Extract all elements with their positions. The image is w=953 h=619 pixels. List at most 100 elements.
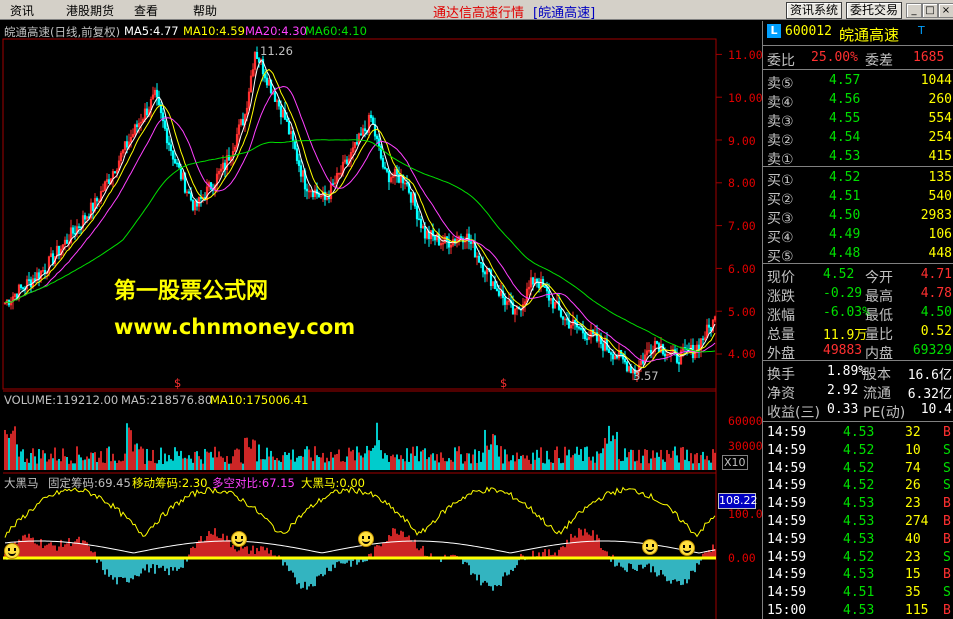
volume-bar bbox=[430, 454, 432, 470]
candle-body bbox=[387, 171, 391, 183]
indicator-bar bbox=[172, 558, 174, 571]
stat-row[interactable]: 涨跌 -0.29 最高 4.78 bbox=[763, 285, 953, 305]
sell-level-row[interactable]: 卖③ 4.55 554 bbox=[763, 110, 953, 130]
indicator-bar bbox=[58, 546, 60, 558]
buy-level-row[interactable]: 买④ 4.49 106 bbox=[763, 226, 953, 246]
stat-row[interactable]: 总量 11.9万 量比 0.52 bbox=[763, 323, 953, 343]
volume-bar bbox=[370, 450, 372, 470]
indicator-bar bbox=[506, 558, 508, 576]
volume-bar bbox=[374, 445, 376, 470]
volume-bar bbox=[80, 457, 82, 470]
tick-row[interactable]: 14:59 4.53 40 B bbox=[763, 531, 953, 549]
indicator-bar bbox=[666, 558, 668, 582]
volume-bar bbox=[356, 446, 358, 470]
sell-level-row[interactable]: 卖① 4.53 415 bbox=[763, 148, 953, 168]
tick-row[interactable]: 14:59 4.53 23 B bbox=[763, 495, 953, 513]
stat-row[interactable]: 涨幅 -6.03% 最低 4.50 bbox=[763, 304, 953, 324]
indicator-bar bbox=[688, 558, 690, 580]
candle-body bbox=[295, 148, 299, 161]
candle-body bbox=[405, 182, 409, 185]
indicator-bar bbox=[148, 558, 150, 573]
volume-bar bbox=[78, 454, 80, 470]
buy-level-row[interactable]: 买③ 4.50 2983 bbox=[763, 207, 953, 227]
buy-level-row[interactable]: 买⑤ 4.48 448 bbox=[763, 245, 953, 265]
stat-row[interactable]: 现价 4.52 今开 4.71 bbox=[763, 266, 953, 286]
tick-row[interactable]: 15:00 4.53 115 B bbox=[763, 602, 953, 619]
minimize-button[interactable]: _ bbox=[906, 3, 922, 18]
volume-bar bbox=[600, 453, 602, 470]
tick-row[interactable]: 14:59 4.52 26 S bbox=[763, 477, 953, 495]
level-volume: 106 bbox=[928, 227, 952, 242]
tick-row[interactable]: 14:59 4.52 10 S bbox=[763, 442, 953, 460]
volume-unit-badge[interactable]: X10 bbox=[722, 455, 748, 470]
price-panel-frame bbox=[2, 38, 717, 390]
volume-bar bbox=[262, 459, 264, 470]
volume-bar bbox=[42, 450, 44, 470]
sell-level-row[interactable]: 卖④ 4.56 260 bbox=[763, 91, 953, 111]
indicator-bar bbox=[202, 541, 204, 558]
indicator-bar bbox=[138, 558, 140, 577]
indicator-bar bbox=[470, 558, 472, 575]
tick-volume: 15 bbox=[905, 567, 921, 583]
tick-row[interactable]: 14:59 4.53 15 B bbox=[763, 566, 953, 584]
indicator-bar bbox=[314, 558, 316, 587]
candle-body bbox=[559, 309, 563, 317]
tick-row[interactable]: 14:59 4.53 274 B bbox=[763, 513, 953, 531]
volume-bar bbox=[396, 454, 398, 470]
volume-bar bbox=[4, 429, 6, 470]
tick-row[interactable]: 14:59 4.51 35 S bbox=[763, 584, 953, 602]
fundamental-row[interactable]: 换手 1.89% 股本 16.6亿 bbox=[763, 363, 953, 383]
buy-level-row[interactable]: 买① 4.52 135 bbox=[763, 169, 953, 189]
tick-row[interactable]: 14:59 4.52 74 S bbox=[763, 460, 953, 478]
close-button[interactable]: × bbox=[938, 3, 953, 18]
candle-body bbox=[359, 133, 363, 136]
volume-bar bbox=[240, 462, 242, 470]
indicator-bar bbox=[624, 558, 626, 571]
trade-button[interactable]: 委托交易 bbox=[846, 2, 903, 19]
chart-area[interactable]: 皖通高速(日线,前复权) MA5:4.77 MA10:4.59 MA20:4.3… bbox=[0, 21, 770, 619]
menu-help[interactable]: 帮助 bbox=[193, 2, 217, 19]
volume-bar bbox=[378, 440, 380, 470]
candle-body bbox=[155, 89, 159, 98]
stat-value: 0.52 bbox=[920, 324, 952, 339]
volume-bar bbox=[400, 455, 402, 470]
indicator-bar bbox=[24, 534, 26, 558]
volume-bar bbox=[260, 459, 262, 470]
buy-level-row[interactable]: 买② 4.51 540 bbox=[763, 188, 953, 208]
stat-row[interactable]: 外盘 49883 内盘 69329 bbox=[763, 342, 953, 362]
tick-row[interactable]: 14:59 4.52 23 S bbox=[763, 549, 953, 567]
level-label: 卖⑤ bbox=[767, 76, 794, 92]
maximize-button[interactable]: □ bbox=[922, 3, 938, 18]
price-axis-label: 5.00 bbox=[728, 305, 756, 319]
sell-level-row[interactable]: 卖⑤ 4.57 1044 bbox=[763, 72, 953, 92]
tick-row[interactable]: 14:59 4.53 32 B bbox=[763, 424, 953, 442]
news-system-button[interactable]: 资讯系统 bbox=[786, 2, 843, 19]
volume-bar bbox=[598, 453, 600, 470]
menu-view[interactable]: 查看 bbox=[134, 2, 158, 19]
indicator-bar bbox=[168, 558, 170, 576]
volume-bar bbox=[14, 426, 16, 470]
menu-news[interactable]: 资讯 bbox=[10, 2, 34, 19]
indicator-bar bbox=[136, 558, 138, 577]
indicator-bar bbox=[126, 558, 128, 582]
indicator-bar bbox=[302, 558, 304, 588]
ma10-label: MA10:4.59 bbox=[183, 24, 245, 38]
indicator-bar bbox=[600, 547, 602, 558]
menu-hk-futures[interactable]: 港股期货 bbox=[66, 2, 114, 19]
candle-body bbox=[257, 58, 261, 63]
volume-bar bbox=[688, 461, 690, 470]
stat-value: 4.50 bbox=[920, 305, 952, 320]
sell-level-row[interactable]: 卖② 4.54 254 bbox=[763, 129, 953, 149]
fundamental-row[interactable]: 净资 2.92 流通 6.32亿 bbox=[763, 382, 953, 402]
fundamental-row[interactable]: 收益(三) 0.33 PE(动) 10.4 bbox=[763, 401, 953, 421]
volume-bar bbox=[382, 458, 384, 470]
volume-bar bbox=[668, 453, 670, 470]
volume-bar bbox=[224, 461, 226, 470]
level-price: 4.53 bbox=[829, 149, 861, 164]
volume-bar bbox=[206, 451, 208, 470]
tick-flag: B bbox=[943, 496, 951, 512]
volume-bar bbox=[74, 463, 76, 470]
volume-bar bbox=[292, 449, 294, 470]
indicator-bar bbox=[476, 558, 478, 581]
volume-bar bbox=[282, 455, 284, 470]
